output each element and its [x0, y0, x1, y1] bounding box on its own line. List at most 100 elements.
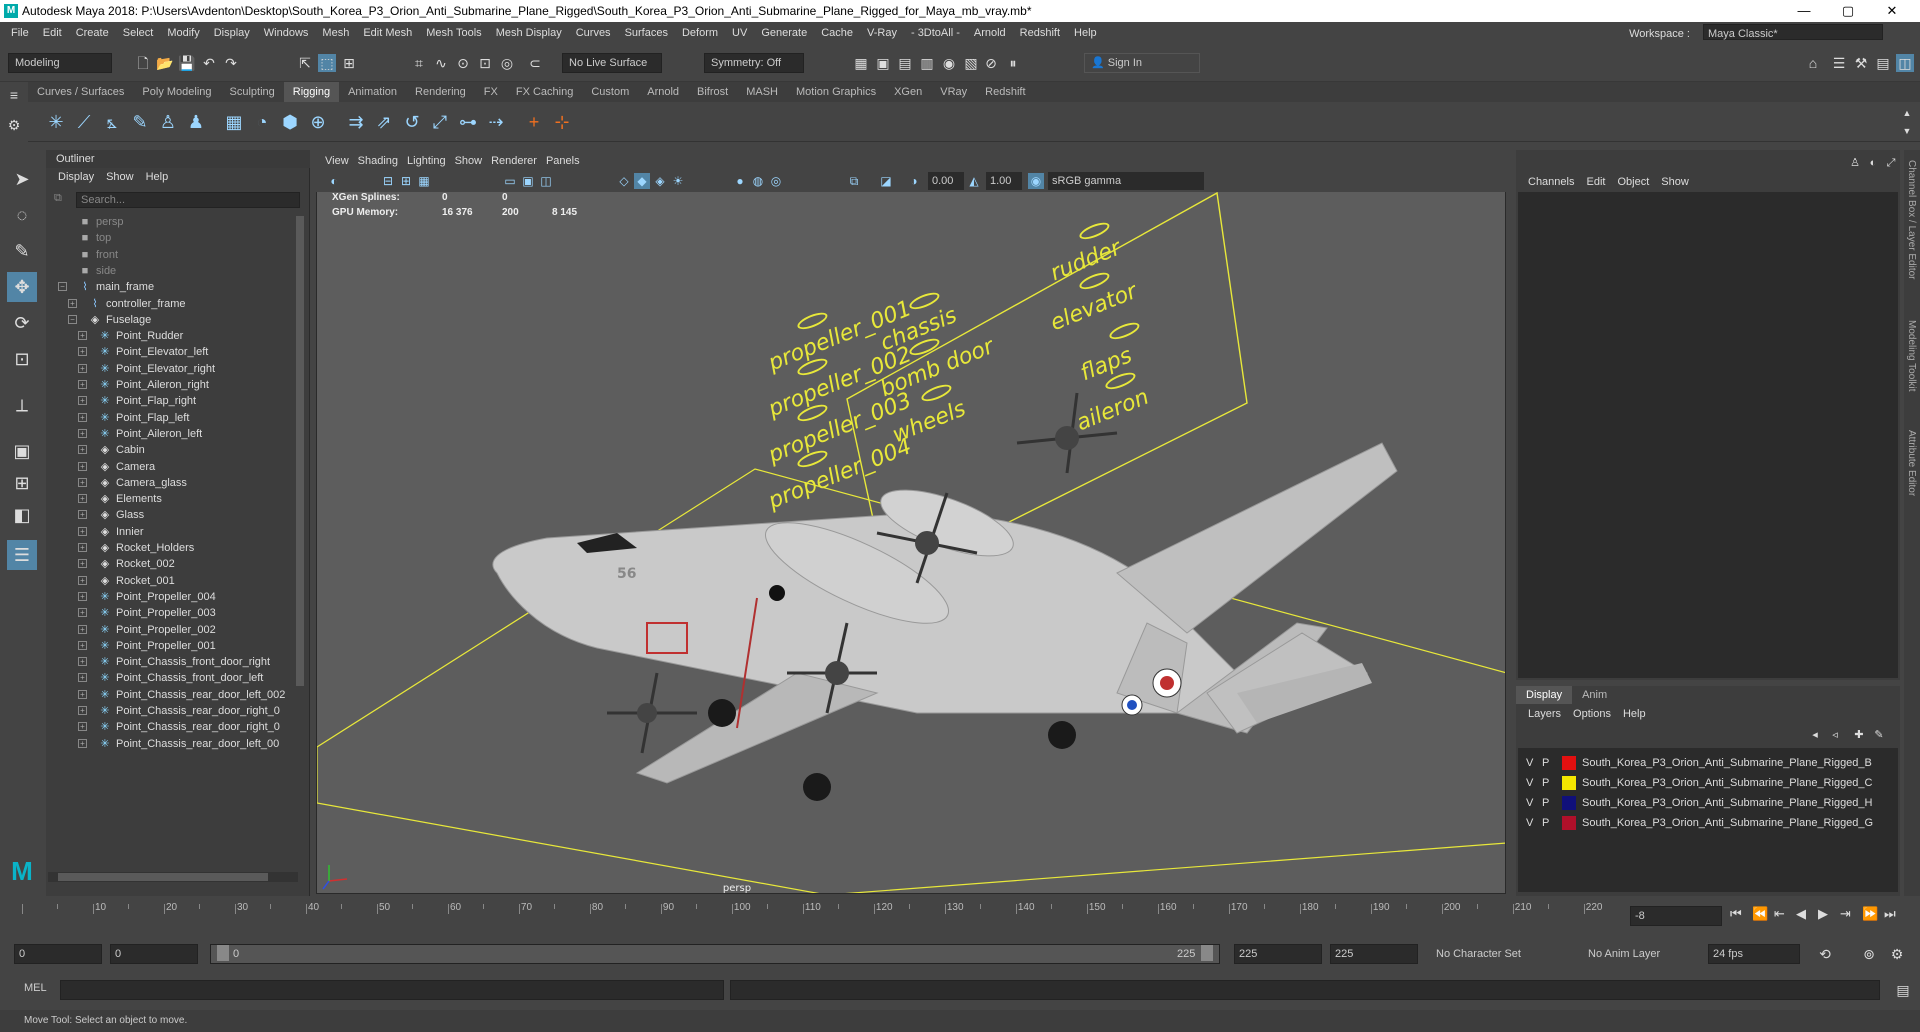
scale-constraint-icon[interactable]: ⤢ — [428, 110, 452, 134]
viewport-menu-panels[interactable]: Panels — [546, 155, 580, 167]
range-slider[interactable]: 0 225 — [210, 944, 1220, 964]
xray-icon[interactable]: ◪ — [878, 173, 894, 189]
layer-menu-help[interactable]: Help — [1623, 708, 1646, 720]
expand-icon[interactable]: + — [78, 428, 87, 438]
attribute-editor-icon[interactable]: ☰ — [1830, 54, 1848, 72]
menu-modify[interactable]: Modify — [167, 27, 199, 39]
move-layer-down-icon[interactable]: ◃ — [1826, 726, 1844, 744]
menu-v-ray[interactable]: V-Ray — [867, 27, 897, 39]
menu-display[interactable]: Display — [214, 27, 250, 39]
fps-dropdown[interactable]: 24 fps — [1708, 944, 1800, 964]
shelf-tab-custom[interactable]: Custom — [582, 82, 638, 102]
menu-windows[interactable]: Windows — [264, 27, 309, 39]
shelf-tab-curves-surfaces[interactable]: Curves / Surfaces — [28, 82, 133, 102]
magnet-icon[interactable]: ⊂ — [526, 54, 544, 72]
layer-editor-icon[interactable]: ◫ — [1896, 54, 1914, 72]
menu-deform[interactable]: Deform — [682, 27, 718, 39]
point-constraint-icon[interactable]: ⇉ — [344, 110, 368, 134]
orient-constraint-icon[interactable]: ↺ — [400, 110, 424, 134]
render-frame-icon[interactable]: ▣ — [874, 54, 892, 72]
expand-icon[interactable]: + — [78, 396, 87, 406]
exposure-field[interactable]: 0.00 — [928, 172, 964, 190]
expand-icon[interactable]: + — [78, 689, 87, 699]
tool-settings-icon[interactable]: ⚒ — [1852, 54, 1870, 72]
layer-tab-anim[interactable]: Anim — [1572, 686, 1617, 704]
bookmark-icon[interactable]: ⊟ — [380, 173, 396, 189]
layer-playback-toggle[interactable]: P — [1542, 754, 1549, 772]
select-object-icon[interactable]: ⬚ — [318, 54, 336, 72]
shadows-icon[interactable]: ● — [732, 173, 748, 189]
smooth-shade-icon[interactable]: ◆ — [634, 173, 650, 189]
range-end-handle[interactable] — [1201, 945, 1213, 961]
outliner-search-input[interactable]: Search... — [76, 192, 300, 208]
save-scene-icon[interactable]: 💾 — [178, 54, 196, 72]
close-button[interactable]: ✕ — [1872, 0, 1912, 22]
anti-alias-icon[interactable]: ◎ — [768, 173, 784, 189]
menu-mesh[interactable]: Mesh — [322, 27, 349, 39]
viewport-menu-shading[interactable]: Shading — [358, 155, 398, 167]
expand-icon[interactable]: + — [78, 591, 87, 601]
viewport-menu-view[interactable]: View — [325, 155, 349, 167]
layer-row[interactable]: V P South_Korea_P3_Orion_Anti_Submarine_Pl… — [1520, 814, 1896, 832]
shelf-tab-fx-caching[interactable]: FX Caching — [507, 82, 582, 102]
film-gate-icon[interactable]: ▭ — [502, 173, 518, 189]
layer-color-swatch[interactable] — [1562, 796, 1576, 810]
render-settings-icon[interactable]: ▥ — [918, 54, 936, 72]
outliner-menu-display[interactable]: Display — [58, 171, 94, 183]
viewport-panel[interactable]: 56 persp propeller_001 propeller_002 prope… — [316, 152, 1506, 894]
viewport-menu-renderer[interactable]: Renderer — [491, 155, 537, 167]
layer-playback-toggle[interactable]: P — [1542, 774, 1549, 792]
cluster-icon[interactable]: ◔ — [250, 110, 274, 134]
single-perspective-icon[interactable]: ▣ — [7, 436, 37, 466]
playback-start-field[interactable]: 0 — [110, 944, 198, 964]
channel-menu-object[interactable]: Object — [1617, 176, 1649, 188]
open-scene-icon[interactable]: 📂 — [156, 54, 174, 72]
grid-icon[interactable]: ▦ — [416, 173, 432, 189]
expand-icon[interactable]: + — [78, 445, 87, 455]
aim-constraint-icon[interactable]: ⇗ — [372, 110, 396, 134]
attribute-editor-tab[interactable]: Attribute Editor — [1906, 430, 1917, 496]
expand-icon[interactable]: + — [78, 477, 87, 487]
menu-3dtoall[interactable]: - 3DtoAll - — [911, 27, 960, 39]
step-forward-key-icon[interactable]: ⇥ — [1840, 906, 1851, 922]
lattice-icon[interactable]: ▦ — [222, 110, 246, 134]
outliner-layout-icon[interactable]: ☰ — [7, 540, 37, 570]
layer-visibility-toggle[interactable]: V — [1526, 814, 1533, 832]
quick-rig-icon[interactable]: ♙ — [156, 110, 180, 134]
select-tool-icon[interactable]: ➤ — [7, 164, 37, 194]
shelf-tab-xgen[interactable]: XGen — [885, 82, 931, 102]
channel-box-icon-2[interactable]: ◐ — [1864, 154, 1882, 172]
expand-icon[interactable]: + — [78, 624, 87, 634]
loop-icon[interactable]: ⟲ — [1816, 945, 1834, 963]
step-forward-icon[interactable]: ⏩ — [1862, 906, 1878, 922]
end-time-field[interactable]: 225 — [1330, 944, 1418, 964]
ik-spline-icon[interactable]: ⦩ — [100, 110, 124, 134]
paint-select-tool-icon[interactable]: ✎ — [7, 236, 37, 266]
channel-menu-edit[interactable]: Edit — [1586, 176, 1605, 188]
expand-icon[interactable]: + — [78, 575, 87, 585]
current-frame-field[interactable]: -8 — [1630, 906, 1722, 926]
new-layer-icon[interactable]: ✚ — [1850, 726, 1868, 744]
auto-key-icon[interactable]: ⊚ — [1860, 945, 1878, 963]
shelf-tab-rendering[interactable]: Rendering — [406, 82, 475, 102]
hypershade-icon[interactable]: ◉ — [940, 54, 958, 72]
expand-icon[interactable]: + — [78, 412, 87, 422]
modeling-toolkit-tab[interactable]: Modeling Toolkit — [1906, 320, 1917, 392]
go-to-start-icon[interactable]: ⏮ — [1730, 906, 1742, 922]
last-tool-icon[interactable]: ⟂ — [7, 390, 37, 420]
menu-select[interactable]: Select — [123, 27, 154, 39]
joint-tool-icon[interactable]: ✳ — [44, 110, 68, 134]
step-back-key-icon[interactable]: ⇤ — [1774, 906, 1785, 922]
move-tool-icon[interactable]: ✥ — [7, 272, 37, 302]
vray-render-icon[interactable]: ⊘ — [982, 54, 1000, 72]
character-set-dropdown[interactable]: No Character Set — [1436, 944, 1521, 964]
parent-constraint-icon[interactable]: ⊶ — [456, 110, 480, 134]
play-forwards-icon[interactable]: ▶ — [1818, 906, 1828, 922]
wrap-deformer-icon[interactable]: ⬢ — [278, 110, 302, 134]
viewport-menu-show[interactable]: Show — [455, 155, 483, 167]
pause-render-icon[interactable]: ⏸ — [1004, 54, 1022, 72]
shelf-tab-mash[interactable]: MASH — [737, 82, 787, 102]
snap-point-icon[interactable]: ⊙ — [454, 54, 472, 72]
expand-icon[interactable]: + — [78, 331, 87, 341]
start-time-field[interactable]: 0 — [14, 944, 102, 964]
